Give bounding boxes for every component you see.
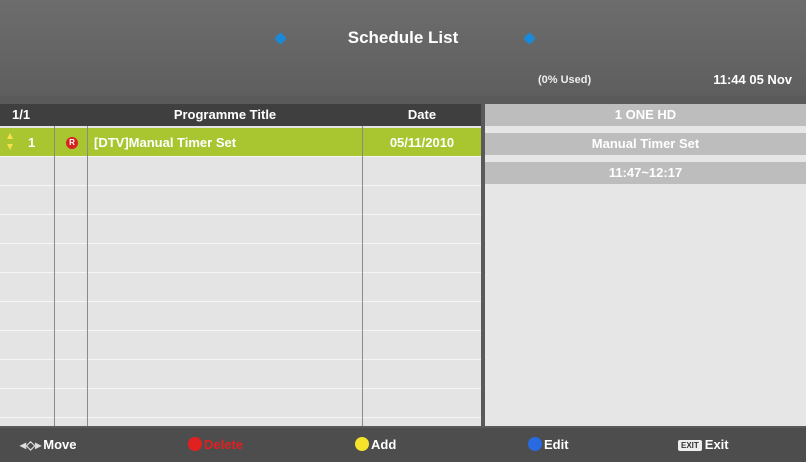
column-divider [87,126,88,426]
page-title: Schedule List [347,28,459,47]
exit-button[interactable]: EXIT Exit [678,437,729,452]
column-header-title: Programme Title [173,107,277,122]
column-divider [54,126,55,426]
up-down-icon [7,133,13,152]
empty-row [0,360,481,389]
red-key-icon [188,437,202,451]
schedule-table: 1/1 Programme Title Date 1 R [DTV]Manual… [0,104,481,426]
yellow-key-icon [355,437,369,451]
delete-button[interactable]: Delete [188,437,243,452]
event-name: Manual Timer Set [485,133,806,155]
empty-row [0,215,481,244]
programme-info-panel: 1 ONE HD Manual Timer Set 11:47~12:17 [485,104,806,426]
exit-key-icon: EXIT [678,440,702,451]
empty-row [0,186,481,215]
column-header-date: Date [407,107,437,122]
arrow-keys-icon: ◂◇▸ [20,438,42,452]
empty-row [0,244,481,273]
table-row[interactable]: 1 R [DTV]Manual Timer Set 05/11/2010 [0,128,481,157]
header: Schedule List (0% Used) 11:44 05 Nov [0,0,806,96]
table-header: 1/1 Programme Title Date [0,104,481,126]
programme-title: [DTV]Manual Timer Set [94,135,237,150]
edit-button[interactable]: Edit [528,437,569,452]
exit-label: Exit [704,437,729,452]
event-time: 11:47~12:17 [485,162,806,184]
empty-row [0,273,481,302]
empty-row [0,389,481,418]
storage-usage: (0% Used) [538,74,592,86]
channel-name: 1 ONE HD [485,104,806,126]
move-hint: ◂◇▸ Move [20,437,77,452]
move-label: Move [43,437,77,452]
column-divider [362,126,363,426]
edit-label: Edit [544,437,569,452]
empty-row [0,331,481,360]
schedule-list-screen: Schedule List (0% Used) 11:44 05 Nov 1/1… [0,0,806,462]
empty-row [0,157,481,186]
row-number: 1 [28,135,36,150]
record-icon: R [66,137,78,149]
programme-date: 05/11/2010 [389,135,455,150]
delete-label: Delete [204,437,244,452]
blue-key-icon [528,437,542,451]
add-button[interactable]: Add [355,437,396,452]
add-label: Add [371,437,397,452]
empty-row [0,302,481,331]
footer-hints: ◂◇▸ Move Delete Add Edit EXIT Exit [0,428,806,462]
page-indicator: 1/1 [12,107,31,122]
clock: 11:44 05 Nov [713,72,792,87]
